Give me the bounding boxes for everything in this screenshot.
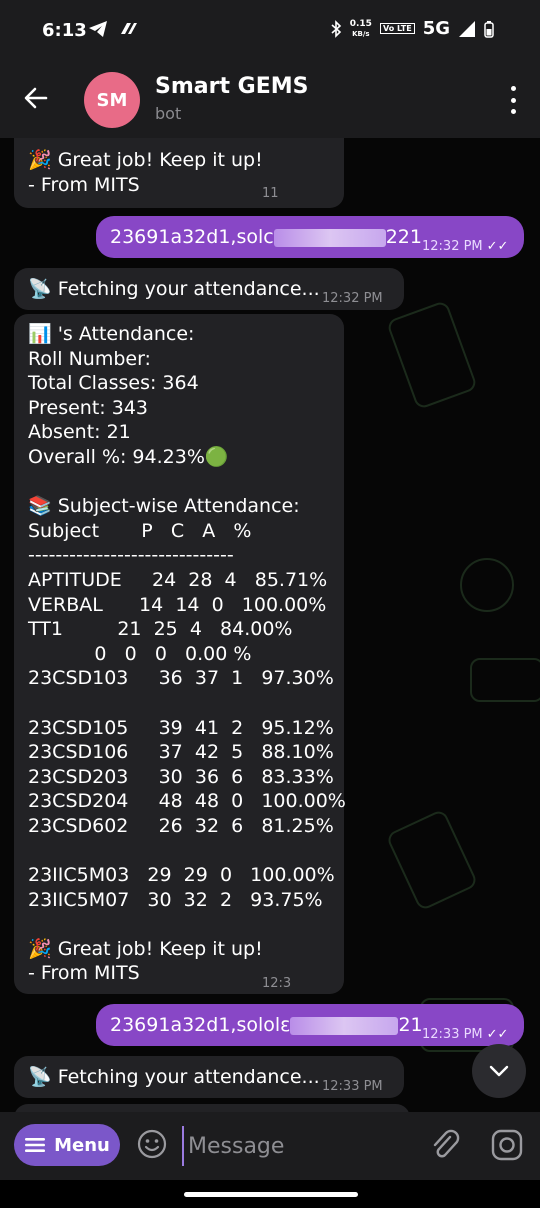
background-doodle — [460, 558, 514, 612]
chat-title[interactable]: Smart GEMS — [155, 74, 308, 99]
input-bar: Menu — [0, 1112, 540, 1180]
message-bubble-incoming[interactable]: 📡 Fetching your attendance... 12:32 PM — [14, 268, 404, 310]
background-doodle — [470, 658, 540, 702]
bot-menu-button[interactable]: Menu — [14, 1124, 120, 1166]
message-bubble-outgoing[interactable]: 23691a32d1,sololε 21 12:33 PM ✓✓ — [96, 1004, 524, 1046]
message-time: 12:32 PM ✓✓ — [422, 239, 509, 254]
message-time: 12:33 PM — [322, 1079, 383, 1094]
attendance-report: 📊 's Attendance: Roll Number: Total Clas… — [28, 323, 346, 985]
message-bubble-incoming[interactable]: 🎉 Great job! Keep it up! - From MITS 11 — [14, 138, 344, 208]
message-bubble-incoming-partial[interactable] — [14, 1104, 410, 1112]
navigation-bar — [0, 1180, 540, 1208]
chat-subtitle: bot — [155, 104, 182, 123]
battery-icon — [484, 20, 494, 38]
volte-badge: Vo LTE — [379, 23, 415, 34]
camera-icon[interactable] — [490, 1128, 524, 1162]
share-icon — [121, 23, 137, 34]
chevron-down-icon — [489, 1065, 509, 1077]
message-text: 23691a32d1,sololε 21 — [110, 1014, 423, 1036]
telegram-icon — [89, 21, 107, 37]
message-text: 🎉 Great job! Keep it up! - From MITS — [28, 149, 263, 196]
background-doodle — [385, 808, 479, 912]
message-bubble-incoming[interactable]: 📊 's Attendance: Roll Number: Total Clas… — [14, 314, 346, 994]
chat-header: SM Smart GEMS bot — [0, 62, 540, 139]
bluetooth-icon — [331, 19, 341, 38]
message-time: 12:3 — [262, 976, 292, 991]
message-text: 📡 Fetching your attendance... — [28, 1066, 320, 1088]
message-text: 23691a32d1,solc 221 — [110, 226, 422, 248]
more-options-icon[interactable] — [508, 86, 518, 114]
hamburger-icon — [25, 1138, 46, 1152]
emoji-icon[interactable] — [136, 1128, 168, 1160]
scroll-down-button[interactable] — [472, 1044, 526, 1098]
redacted-text — [290, 1016, 399, 1035]
message-time: 11 — [262, 186, 279, 201]
double-check-icon: ✓✓ — [486, 1027, 509, 1042]
message-input[interactable] — [182, 1126, 418, 1166]
home-indicator[interactable] — [184, 1192, 358, 1197]
message-text: 📡 Fetching your attendance... — [28, 278, 320, 300]
redacted-text — [273, 228, 386, 247]
message-bubble-incoming[interactable]: 📡 Fetching your attendance... 12:33 PM — [14, 1056, 404, 1098]
signal-icon — [459, 20, 475, 37]
paperclip-icon[interactable] — [428, 1128, 462, 1162]
message-time: 12:32 PM — [322, 291, 383, 306]
background-doodle — [385, 299, 479, 411]
status-bar: 6:13 0.15 KB/s Vo LTE 5G — [0, 0, 540, 62]
net-speed: 0.15 KB/s — [349, 18, 372, 38]
menu-label: Menu — [54, 1134, 110, 1156]
chat-area[interactable]: 🎉 Great job! Keep it up! - From MITS 11 … — [0, 138, 540, 1112]
message-bubble-outgoing[interactable]: 23691a32d1,solc 221 12:32 PM ✓✓ — [96, 216, 524, 258]
back-arrow-icon[interactable] — [22, 84, 50, 112]
avatar[interactable]: SM — [84, 72, 140, 128]
double-check-icon: ✓✓ — [486, 239, 509, 254]
status-time: 6:13 — [42, 20, 87, 41]
network-type: 5G — [422, 18, 450, 39]
